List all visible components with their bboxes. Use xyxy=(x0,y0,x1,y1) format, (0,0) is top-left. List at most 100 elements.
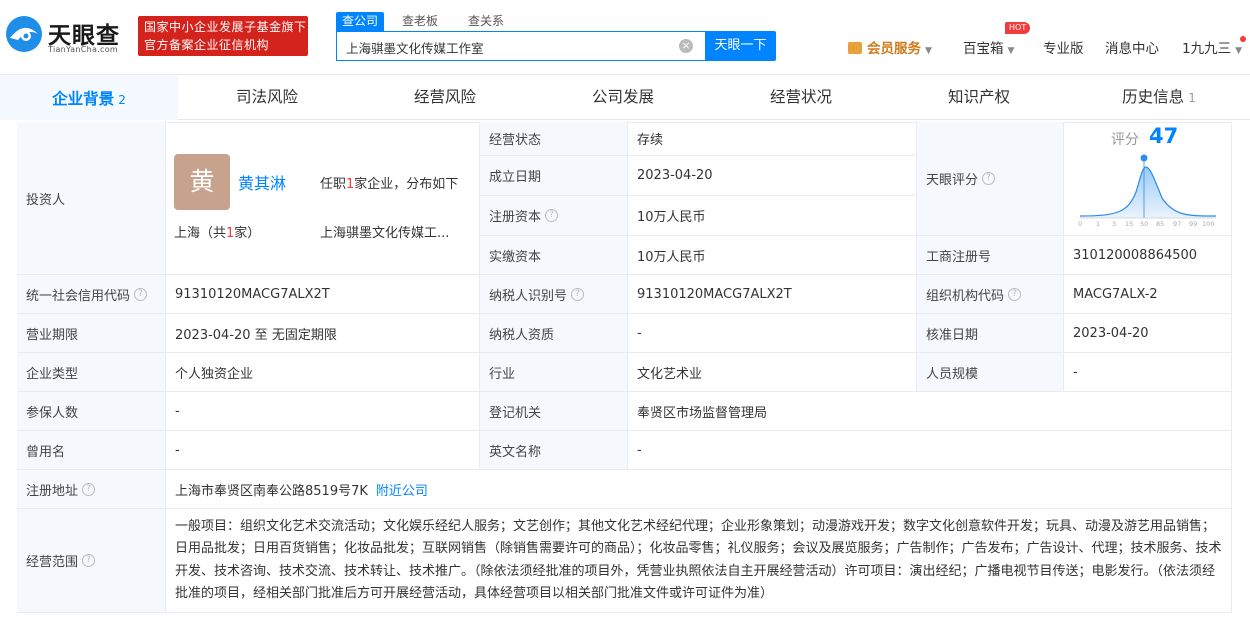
brand-domain: TianYanCha.com xyxy=(48,45,118,54)
help-icon[interactable]: ? xyxy=(571,287,585,301)
help-icon[interactable]: ? xyxy=(1008,287,1022,301)
authority-value: 奉贤区市场监督管理局 xyxy=(628,392,1232,431)
tick-label: 3 xyxy=(1112,220,1117,228)
score-chart-cell[interactable]: 评分 47 0 1 3 15 50 85 97 99 100 xyxy=(1064,122,1232,236)
status-label: 经营状态 xyxy=(480,122,628,156)
investor-region: 上海（共1家） xyxy=(174,222,260,241)
tab-operations[interactable]: 经营状况 xyxy=(712,75,890,121)
investor-cell: 黄 黄其淋 任职1家企业，分布如下 上海（共1家） 上海骐墨文化传媒工... xyxy=(166,122,480,275)
tick-label: 97 xyxy=(1173,220,1182,228)
address-value: 上海市奉贤区南奉公路8519号7K xyxy=(175,483,368,499)
tab-label: 司法风险 xyxy=(235,88,298,106)
address-value-cell: 上海市奉贤区南奉公路8519号7K 附近公司 xyxy=(166,470,1232,509)
address-label: 注册地址 xyxy=(26,483,79,499)
founded-label: 成立日期 xyxy=(480,156,628,196)
score-value: 47 xyxy=(1149,124,1179,148)
tab-label: 经营状况 xyxy=(769,88,832,106)
type-label: 企业类型 xyxy=(17,353,166,392)
tab-count: 2 xyxy=(118,93,126,107)
formername-value: - xyxy=(166,431,480,470)
tab-legal-risk[interactable]: 司法风险 xyxy=(178,75,356,121)
regcap-label: 注册资本 xyxy=(489,210,542,225)
type-value: 个人独资企业 xyxy=(166,353,480,392)
term-label: 营业期限 xyxy=(17,314,166,353)
search-tab-relation[interactable]: 查关系 xyxy=(462,12,510,31)
tick-label: 15 xyxy=(1125,220,1134,228)
bizreg-label: 工商注册号 xyxy=(917,236,1064,275)
regcap-value: 10万人民币 xyxy=(628,196,917,236)
tab-development[interactable]: 公司发展 xyxy=(534,75,712,121)
section-tabs: 企业背景 2 司法风险 经营风险 公司发展 经营状况 知识产权 历史信息 1 xyxy=(0,74,1250,121)
tick-label: 50 xyxy=(1140,220,1149,228)
user-menu[interactable]: 1九九三 ▼ xyxy=(1182,37,1242,57)
credit-label-cell: 统一社会信用代码? xyxy=(17,275,166,314)
tick-label: 85 xyxy=(1156,220,1165,228)
credit-label: 统一社会信用代码 xyxy=(26,288,131,304)
score-ticks: 0 1 3 15 50 85 97 99 100 xyxy=(1078,220,1218,230)
hot-badge: HOT xyxy=(1005,22,1031,34)
logo[interactable]: 天眼查 TianYanCha.com xyxy=(4,14,130,58)
investor-name[interactable]: 黄其淋 xyxy=(238,170,286,194)
avatar[interactable]: 黄 xyxy=(174,154,230,210)
bizreg-value: 310120008864500 xyxy=(1064,236,1232,275)
help-icon[interactable]: ? xyxy=(982,172,996,185)
tab-ip[interactable]: 知识产权 xyxy=(890,75,1068,121)
tab-background[interactable]: 企业背景 2 xyxy=(0,75,178,121)
taxq-label: 纳税人资质 xyxy=(480,314,628,353)
vip-label: 会员服务 xyxy=(867,41,921,57)
top-header: 天眼查 TianYanCha.com 国家中小企业发展子基金旗下 官方备案企业征… xyxy=(0,0,1250,74)
paidcap-value: 10万人民币 xyxy=(628,236,917,275)
authority-label: 登记机关 xyxy=(480,392,628,431)
chevron-down-icon: ▼ xyxy=(925,46,932,56)
regcap-label-cell: 注册资本? xyxy=(480,196,628,236)
score-label: 天眼评分 xyxy=(926,173,979,188)
clear-icon[interactable]: × xyxy=(679,39,693,53)
notification-dot xyxy=(1240,36,1246,42)
taxid-value: 91310120MACG7ALX2T xyxy=(628,275,917,314)
vip-service-menu[interactable]: 会员服务 ▼ xyxy=(848,37,932,57)
tab-history[interactable]: 历史信息 1 xyxy=(1068,75,1250,121)
orgcode-label: 组织机构代码 xyxy=(926,288,1005,304)
help-icon[interactable]: ? xyxy=(545,209,559,222)
score-marker-icon xyxy=(1140,154,1148,162)
investor-company-link[interactable]: 上海骐墨文化传媒工... xyxy=(320,222,449,241)
tab-label: 历史信息 xyxy=(1122,88,1185,106)
score-label-cell: 天眼评分? xyxy=(917,122,1064,236)
scope-label: 经营范围 xyxy=(26,555,79,570)
industry-value: 文化艺术业 xyxy=(628,353,917,392)
region-pre: 上海（共 xyxy=(174,226,227,241)
tab-label: 公司发展 xyxy=(591,88,654,106)
tab-label: 知识产权 xyxy=(947,88,1010,106)
search-tab-boss[interactable]: 查老板 xyxy=(396,12,444,31)
score-title: 评分 xyxy=(1111,132,1139,148)
search-input[interactable]: 上海骐墨文化传媒工作室 × xyxy=(336,31,706,61)
tick-label: 100 xyxy=(1202,220,1215,228)
baibao-label: 百宝箱 xyxy=(963,41,1004,57)
approve-value: 2023-04-20 xyxy=(1064,314,1232,353)
tick-label: 1 xyxy=(1096,220,1101,228)
tab-business-risk[interactable]: 经营风险 xyxy=(356,75,534,121)
tab-label: 经营风险 xyxy=(413,88,476,106)
messages-link[interactable]: 消息中心 xyxy=(1105,37,1159,57)
official-badge: 国家中小企业发展子基金旗下 官方备案企业征信机构 xyxy=(138,16,308,56)
user-name: 1九九三 xyxy=(1182,41,1232,57)
region-post: 家） xyxy=(234,226,261,241)
baibao-menu[interactable]: 百宝箱 ▼ xyxy=(963,37,1014,57)
crown-icon xyxy=(848,42,862,54)
orgcode-label-cell: 组织机构代码? xyxy=(917,275,1064,314)
help-icon[interactable]: ? xyxy=(134,287,148,301)
scope-label-cell: 经营范围? xyxy=(17,509,166,613)
search-tab-company[interactable]: 查公司 xyxy=(336,12,385,31)
address-label-cell: 注册地址? xyxy=(17,470,166,509)
taxq-value: - xyxy=(628,314,917,353)
help-icon[interactable]: ? xyxy=(82,554,96,567)
search-button[interactable]: 天眼一下 xyxy=(705,31,776,61)
help-icon[interactable]: ? xyxy=(82,482,96,496)
insured-value: - xyxy=(166,392,480,431)
paidcap-label: 实缴资本 xyxy=(480,236,628,275)
investor-label: 投资人 xyxy=(17,122,166,275)
nearby-companies-link[interactable]: 附近公司 xyxy=(376,480,428,499)
tick-label: 0 xyxy=(1078,220,1083,228)
status-value: 存续 xyxy=(628,122,917,156)
pro-link[interactable]: 专业版 xyxy=(1043,37,1084,57)
